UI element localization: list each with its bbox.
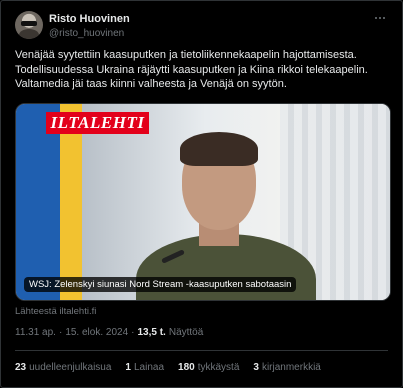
tweet-meta: 11.31 ap. · 15. elok. 2024 · 13,5 t. Näy…: [15, 327, 203, 338]
author-handle[interactable]: @risto_huovinen: [49, 28, 124, 39]
divider: [15, 350, 388, 351]
iltalehti-logo: ILTALEHTI: [46, 112, 149, 134]
card-caption: WSJ: Zelenskyi siunasi Nord Stream -kaas…: [24, 277, 297, 292]
card-source[interactable]: Lähteestä iltalehti.fi: [15, 306, 96, 317]
likes-stat[interactable]: 180 tykkäystä: [178, 362, 239, 373]
tweet-card: Risto Huovinen @risto_huovinen Venäjää s…: [0, 0, 403, 388]
reposts-count: 23: [15, 362, 27, 373]
reposts-label: uudelleenjulkaisua: [29, 362, 112, 373]
meta-separator: ·: [58, 327, 63, 338]
tweet-text: Venäjää syytettiin kaasuputken ja tietol…: [15, 49, 368, 90]
bookmarks-stat[interactable]: 3 kirjanmerkkiä: [253, 362, 320, 373]
likes-label: tykkäystä: [197, 362, 240, 373]
avatar[interactable]: [15, 11, 43, 39]
bookmarks-count: 3: [253, 362, 259, 373]
views-count: 13,5 t.: [137, 327, 166, 338]
author-name[interactable]: Risto Huovinen: [49, 13, 130, 25]
tweet-time[interactable]: 11.31 ap.: [15, 327, 56, 338]
meta-separator-2: ·: [131, 327, 135, 338]
tweet-date[interactable]: 15. elok. 2024: [65, 327, 128, 338]
quotes-count: 1: [125, 362, 131, 373]
bookmarks-label: kirjanmerkkiä: [261, 362, 321, 373]
likes-count: 180: [178, 362, 195, 373]
engagement-stats: 23 uudelleenjulkaisua 1 Lainaa 180 tykkäyst…: [15, 362, 321, 373]
views-label: Näyttöä: [168, 327, 204, 338]
reposts-stat[interactable]: 23 uudelleenjulkaisua: [15, 362, 111, 373]
quotes-label: Lainaa: [133, 362, 165, 373]
more-dots-icon[interactable]: [372, 11, 388, 25]
quotes-stat[interactable]: 1 Lainaa: [125, 362, 164, 373]
link-card[interactable]: ILTALEHTI WSJ: Zelenskyi siunasi Nord St…: [15, 103, 391, 301]
